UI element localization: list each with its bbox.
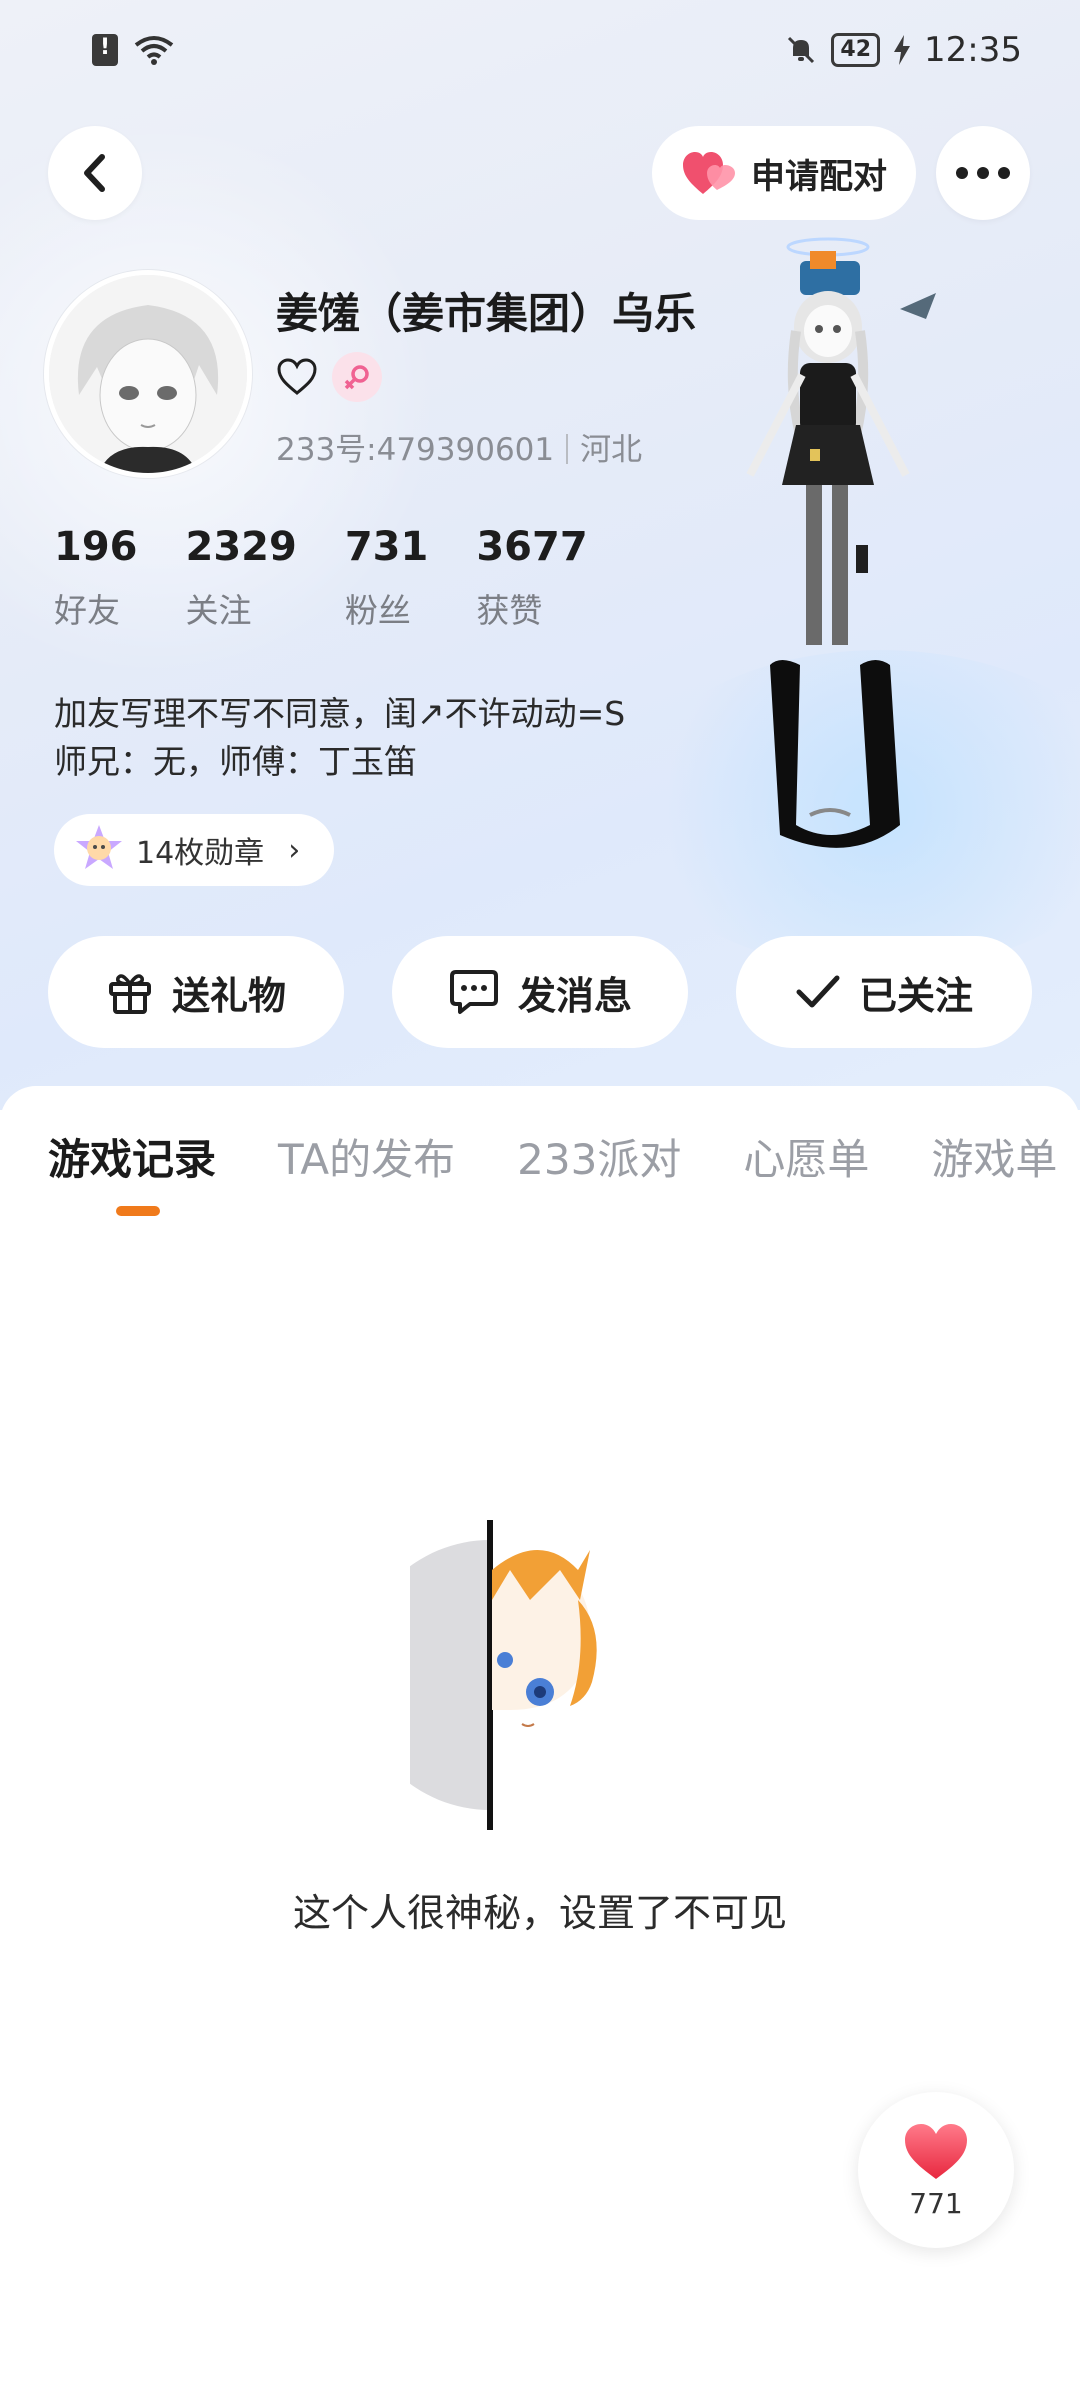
profile-actions: 送礼物 发消息 已关注 <box>48 936 1032 1048</box>
like-button[interactable]: 771 <box>858 2092 1014 2248</box>
medal-button[interactable]: 14枚勋章 › <box>54 814 335 886</box>
back-arrow-icon <box>84 154 105 192</box>
more-dots-icon <box>956 167 1010 179</box>
wifi-icon <box>134 36 174 65</box>
mute-bell-icon <box>788 36 815 64</box>
chevron-right-icon: › <box>288 832 301 868</box>
charging-icon <box>894 35 911 65</box>
more-options-button[interactable] <box>936 126 1030 220</box>
avatar[interactable] <box>44 270 252 478</box>
battery-indicator: 42 <box>831 33 881 67</box>
checkmark-icon <box>796 975 840 1008</box>
account-id-line: 233号:479390601 河北 <box>276 424 642 469</box>
avatar-character-image <box>746 237 936 848</box>
heart-outline-icon[interactable] <box>276 357 318 397</box>
profile-tabs: 游戏记录 TA的发布 233派对 心愿单 游戏单 <box>48 1126 1057 1216</box>
account-id: 233号:479390601 <box>276 432 555 468</box>
medal-icon <box>76 825 122 869</box>
tab-game-lists[interactable]: 游戏单 <box>931 1126 1057 1187</box>
divider <box>566 434 569 464</box>
stat-label: 获赞 <box>476 591 543 630</box>
tab-posts[interactable]: TA的发布 <box>278 1126 455 1187</box>
stat-value: 3677 <box>476 524 588 570</box>
request-pair-button[interactable]: 申请配对 <box>652 126 916 220</box>
stat-value: 2329 <box>185 524 297 570</box>
stat-value: 731 <box>344 524 429 570</box>
status-bar: 42 12:35 <box>0 0 1080 110</box>
medal-label: 14枚勋章 <box>136 836 265 871</box>
clock: 12:35 <box>924 30 1022 70</box>
tab-233-party[interactable]: 233派对 <box>517 1126 681 1187</box>
gift-icon <box>108 974 151 1014</box>
message-icon <box>449 970 498 1014</box>
stat-value: 196 <box>54 524 138 570</box>
profile-bio: 加友写理不写不同意，闺↗不许动动=S 师兄：无，师傅：丁玉笛 <box>54 690 625 786</box>
female-gender-icon <box>332 352 382 402</box>
bio-line: 加友写理不写不同意，闺↗不许动动=S <box>54 694 626 733</box>
followed-button[interactable]: 已关注 <box>736 936 1032 1048</box>
sim-alert-icon <box>92 34 118 66</box>
send-message-button[interactable]: 发消息 <box>392 936 688 1048</box>
send-message-label: 发消息 <box>517 973 632 1018</box>
profile-stats: 196 好友 2329 关注 731 粉丝 3677 获赞 <box>54 524 636 632</box>
empty-state-message: 这个人很神秘，设置了不可见 <box>292 1891 787 1935</box>
followed-label: 已关注 <box>858 973 973 1018</box>
stat-fans[interactable]: 731 粉丝 <box>345 524 429 632</box>
stat-friends[interactable]: 196 好友 <box>54 524 138 632</box>
profile-tags <box>276 352 382 402</box>
stat-likes[interactable]: 3677 获赞 <box>476 524 587 632</box>
stat-label: 好友 <box>54 591 120 630</box>
tab-wishlist[interactable]: 心愿单 <box>743 1126 869 1187</box>
tab-game-records[interactable]: 游戏记录 <box>48 1126 216 1216</box>
empty-state-illustration <box>410 1520 597 1830</box>
stat-label: 粉丝 <box>344 591 411 630</box>
pair-hearts-icon <box>683 152 735 194</box>
send-gift-label: 送礼物 <box>171 973 286 1018</box>
stat-following[interactable]: 2329 关注 <box>186 524 297 632</box>
stat-label: 关注 <box>185 591 252 630</box>
heart-filled-icon <box>905 2123 967 2179</box>
location: 河北 <box>580 432 643 468</box>
profile-name: 姜馐（姜市集团）乌乐 <box>276 289 697 338</box>
like-count: 771 <box>909 2186 963 2220</box>
send-gift-button[interactable]: 送礼物 <box>48 936 344 1048</box>
avatar-image <box>49 275 247 473</box>
bio-line: 师兄：无，师傅：丁玉笛 <box>54 742 417 781</box>
request-pair-label: 申请配对 <box>751 156 887 197</box>
back-button[interactable] <box>48 126 142 220</box>
